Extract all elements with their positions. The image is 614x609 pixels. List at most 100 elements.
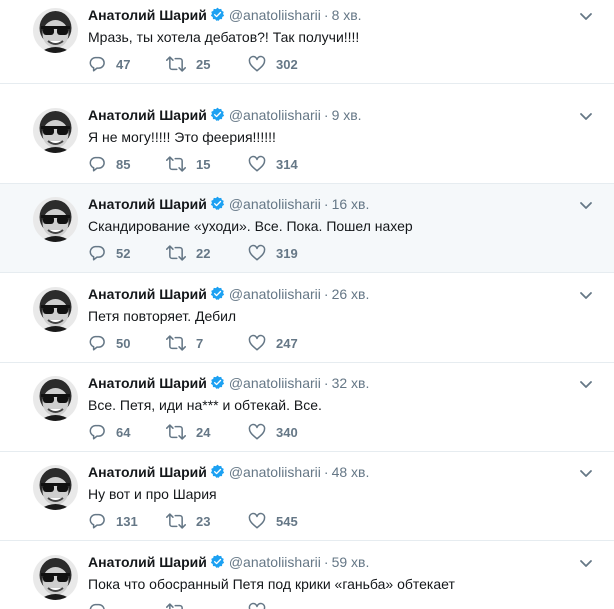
author-name[interactable]: Анатолий Шарий [88, 375, 207, 391]
author-name[interactable]: Анатолий Шарий [88, 7, 207, 23]
retweet-icon [166, 244, 186, 262]
retweet-button[interactable]: 25 [166, 55, 210, 73]
retweet-button[interactable] [166, 602, 196, 609]
tweet[interactable]: Анатолий Шарий @anatoliisharii · 59 хв. Пок… [0, 542, 614, 609]
retweet-count: 24 [196, 424, 211, 440]
verified-badge-icon [210, 375, 225, 394]
like-count: 319 [276, 245, 298, 261]
avatar[interactable] [33, 287, 78, 332]
like-count: 545 [276, 513, 298, 529]
like-button[interactable]: 302 [248, 55, 298, 73]
reply-icon [88, 423, 106, 441]
like-button[interactable]: 314 [248, 155, 298, 173]
retweet-icon [166, 155, 186, 173]
reply-button[interactable]: 52 [88, 244, 130, 262]
reply-count: 50 [116, 335, 131, 351]
tweet[interactable]: Анатолий Шарий @anatoliisharii · 32 хв. Все… [0, 363, 614, 452]
avatar[interactable] [33, 555, 78, 600]
retweet-button[interactable]: 23 [166, 512, 210, 530]
retweet-count: 23 [196, 513, 211, 529]
author-handle[interactable]: @anatoliisharii [229, 464, 321, 480]
retweet-button[interactable]: 22 [166, 244, 210, 262]
retweet-button[interactable]: 15 [166, 155, 210, 173]
avatar[interactable] [33, 8, 78, 53]
tweet-text: Все. Петя, иди на*** и обтекай. Все. [88, 397, 322, 413]
separator: · [323, 286, 329, 302]
tweet[interactable]: Анатолий Шарий @anatoliisharii · 48 хв. Ну … [0, 452, 614, 541]
heart-icon [248, 155, 266, 173]
timestamp[interactable]: 9 хв. [332, 107, 362, 123]
timestamp[interactable]: 8 хв. [332, 7, 362, 23]
author-name[interactable]: Анатолий Шарий [88, 554, 207, 570]
author-handle[interactable]: @anatoliisharii [229, 196, 321, 212]
retweet-count: 22 [196, 245, 211, 261]
retweet-count: 7 [196, 335, 204, 351]
timestamp[interactable]: 26 хв. [332, 286, 370, 302]
reply-button[interactable]: 85 [88, 155, 130, 173]
author-name[interactable]: Анатолий Шарий [88, 196, 207, 212]
author-name[interactable]: Анатолий Шарий [88, 464, 207, 480]
heart-icon [248, 602, 266, 609]
chevron-down-icon[interactable] [579, 466, 593, 485]
timestamp[interactable]: 48 хв. [332, 464, 370, 480]
avatar[interactable] [33, 108, 78, 153]
like-button[interactable]: 319 [248, 244, 298, 262]
chevron-down-icon[interactable] [579, 9, 593, 28]
reply-button[interactable]: 50 [88, 334, 130, 352]
retweet-button[interactable]: 24 [166, 423, 210, 441]
retweet-button[interactable]: 7 [166, 334, 203, 352]
like-count: 340 [276, 424, 298, 440]
reply-button[interactable]: 131 [88, 512, 138, 530]
heart-icon [248, 55, 266, 73]
reply-icon [88, 155, 106, 173]
heart-icon [248, 334, 266, 352]
tweet-text: Ну вот и про Шария [88, 486, 217, 502]
heart-icon [248, 244, 266, 262]
tweet[interactable]: Анатолий Шарий @anatoliisharii · 16 хв. Ска… [0, 184, 614, 273]
timestamp[interactable]: 59 хв. [332, 554, 370, 570]
author-handle[interactable]: @anatoliisharii [229, 286, 321, 302]
tweet[interactable]: Анатолий Шарий @anatoliisharii · 9 хв. Я не… [0, 95, 614, 184]
verified-badge-icon [210, 7, 225, 26]
author-name[interactable]: Анатолий Шарий [88, 107, 207, 123]
chevron-down-icon[interactable] [579, 377, 593, 396]
reply-count: 52 [116, 245, 131, 261]
heart-icon [248, 423, 266, 441]
like-count: 247 [276, 335, 298, 351]
separator: · [323, 554, 329, 570]
avatar[interactable] [33, 376, 78, 421]
reply-button[interactable]: 64 [88, 423, 130, 441]
reply-icon [88, 55, 106, 73]
verified-badge-icon [210, 464, 225, 483]
tweet-text: Петя повторяет. Дебил [88, 308, 237, 324]
author-handle[interactable]: @anatoliisharii [229, 107, 321, 123]
tweet-text: Мразь, ты хотела дебатов?! Так получи!!!… [88, 29, 360, 45]
timestamp[interactable]: 32 хв. [332, 375, 370, 391]
reply-count: 131 [116, 513, 138, 529]
timestamp[interactable]: 16 хв. [332, 196, 370, 212]
like-button[interactable]: 247 [248, 334, 298, 352]
reply-button[interactable]: 47 [88, 55, 130, 73]
author-handle[interactable]: @anatoliisharii [229, 375, 321, 391]
tweet[interactable]: Анатолий Шарий @anatoliisharii · 26 хв. Пет… [0, 274, 614, 363]
retweet-icon [166, 334, 186, 352]
avatar[interactable] [33, 465, 78, 510]
reply-button[interactable] [88, 602, 116, 609]
tweet-text: Скандирование «уходи». Все. Пока. Пошел … [88, 218, 413, 234]
author-handle[interactable]: @anatoliisharii [229, 554, 321, 570]
retweet-icon [166, 55, 186, 73]
verified-badge-icon [210, 196, 225, 215]
chevron-down-icon[interactable] [579, 288, 593, 307]
author-name[interactable]: Анатолий Шарий [88, 286, 207, 302]
like-button[interactable]: 340 [248, 423, 298, 441]
reply-icon [88, 602, 106, 609]
like-button[interactable]: 545 [248, 512, 298, 530]
verified-badge-icon [210, 554, 225, 573]
chevron-down-icon[interactable] [579, 556, 593, 575]
tweet[interactable]: Анатолий Шарий @anatoliisharii · 8 хв. Мраз… [0, 0, 614, 84]
like-button[interactable] [248, 602, 276, 609]
chevron-down-icon[interactable] [579, 198, 593, 217]
author-handle[interactable]: @anatoliisharii [229, 7, 321, 23]
avatar[interactable] [33, 197, 78, 242]
chevron-down-icon[interactable] [579, 109, 593, 128]
